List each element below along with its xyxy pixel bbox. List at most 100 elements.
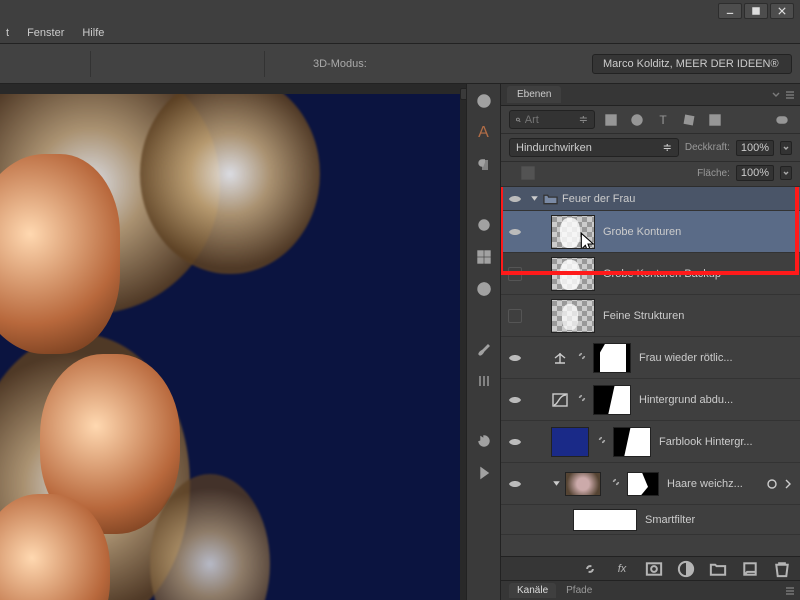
layer-thumbnail[interactable] [565, 472, 601, 496]
collapse-handle[interactable] [460, 88, 466, 100]
layer-name[interactable]: Feuer der Frau [562, 193, 794, 205]
layer-row[interactable]: Grobe Konturen [501, 211, 800, 253]
new-layer-icon[interactable] [740, 560, 760, 578]
layer-name[interactable]: Smartfilter [645, 514, 794, 526]
tab-pfade[interactable]: Pfade [566, 585, 592, 596]
layer-name[interactable]: Farblook Hintergr... [659, 436, 794, 448]
filter-pixel-icon[interactable] [601, 111, 621, 129]
eye-icon[interactable] [508, 353, 522, 363]
tab-ebenen[interactable]: Ebenen [507, 86, 561, 103]
link-layers-icon[interactable] [580, 560, 600, 578]
visibility-off[interactable] [508, 309, 522, 323]
new-group-icon[interactable] [708, 560, 728, 578]
menu-item-hilfe[interactable]: Hilfe [82, 27, 104, 39]
lock-position-icon[interactable] [570, 164, 590, 182]
align-icon-1[interactable] [12, 55, 32, 73]
link-icon[interactable] [575, 349, 589, 366]
layer-name[interactable]: Hintergrund abdu... [639, 394, 794, 406]
layer-mask-thumbnail[interactable] [627, 472, 659, 496]
layer-mask-thumbnail[interactable] [613, 427, 651, 457]
eye-icon[interactable] [508, 395, 522, 405]
layer-row-smartfilter[interactable]: Smartfilter [501, 505, 800, 535]
fill-thumbnail[interactable] [551, 427, 589, 457]
layer-thumbnail[interactable] [551, 215, 595, 249]
3d-scale-icon[interactable] [497, 55, 517, 73]
eye-icon[interactable] [508, 194, 522, 204]
filter-type-icon[interactable]: T [653, 111, 673, 129]
lock-all-icon[interactable] [596, 164, 616, 182]
distribute-icon-4[interactable] [186, 55, 206, 73]
distribute-icon-5[interactable] [213, 55, 233, 73]
link-icon[interactable] [595, 433, 609, 450]
layer-name[interactable]: Feine Strukturen [603, 310, 794, 322]
user-field[interactable]: Marco Kolditz, MEER DER IDEEN® [592, 54, 792, 74]
panel-menu-icon[interactable] [784, 90, 796, 100]
3d-move-icon[interactable] [437, 55, 457, 73]
fx-icon[interactable]: fx [612, 560, 632, 578]
layer-kind-filter[interactable]: ≑ [509, 110, 595, 129]
info-icon[interactable] [472, 90, 496, 112]
swatches-icon[interactable] [472, 214, 496, 236]
eye-icon[interactable] [508, 227, 522, 237]
3d-camera-icon[interactable] [527, 55, 547, 73]
layer-name[interactable]: Grobe Konturen [603, 226, 794, 238]
adjustments-icon[interactable] [472, 278, 496, 300]
layer-name[interactable]: Haare weichz... [667, 478, 762, 490]
layer-row[interactable]: Farblook Hintergr... [501, 421, 800, 463]
layer-row[interactable]: Grobe Konturen Backup [501, 253, 800, 295]
layer-thumbnail[interactable] [551, 299, 595, 333]
filter-mask-thumbnail[interactable] [573, 509, 637, 531]
smart-filters-visibility-icon[interactable] [766, 478, 778, 490]
distribute-icon-6[interactable] [240, 55, 260, 73]
3d-slide-icon[interactable] [467, 55, 487, 73]
mask-icon[interactable] [644, 560, 664, 578]
layer-name[interactable]: Frau wieder rötlic... [639, 352, 794, 364]
3d-pan-icon[interactable] [407, 55, 427, 73]
filter-input[interactable] [525, 114, 575, 126]
eye-icon[interactable] [508, 437, 522, 447]
align-icon-3[interactable] [66, 55, 86, 73]
fill-value[interactable]: 100% [736, 165, 774, 181]
opacity-flyout[interactable] [780, 141, 792, 155]
close-button[interactable] [770, 3, 794, 19]
layer-group[interactable]: Feuer der Frau [501, 187, 800, 211]
layer-row[interactable]: Hintergrund abdu... [501, 379, 800, 421]
fill-flyout[interactable] [780, 166, 792, 180]
menu-item-fenster[interactable]: Fenster [27, 27, 64, 39]
layer-mask-thumbnail[interactable] [593, 343, 631, 373]
menu-item-truncated[interactable]: t [6, 27, 9, 39]
twisty-down-icon[interactable] [529, 193, 540, 204]
filter-smart-icon[interactable] [705, 111, 725, 129]
chevron-right-icon[interactable] [782, 478, 794, 490]
layer-thumbnail[interactable] [551, 257, 595, 291]
distribute-icon-3[interactable] [159, 55, 179, 73]
tab-kanale[interactable]: Kanäle [509, 583, 556, 598]
filter-toggle[interactable] [772, 111, 792, 129]
distribute-icon-1[interactable] [105, 55, 125, 73]
document-canvas[interactable] [0, 94, 460, 600]
opacity-value[interactable]: 100% [736, 140, 774, 156]
history-icon[interactable] [472, 430, 496, 452]
layer-row[interactable]: Feine Strukturen [501, 295, 800, 337]
layer-row[interactable]: Haare weichz... [501, 463, 800, 505]
brush-presets-icon[interactable] [472, 370, 496, 392]
twisty-down-icon[interactable] [551, 478, 562, 489]
actions-icon[interactable] [472, 462, 496, 484]
lock-trans-icon[interactable] [518, 164, 538, 182]
trash-icon[interactable] [772, 560, 792, 578]
auto-align-icon[interactable] [279, 55, 299, 73]
distribute-icon-2[interactable] [132, 55, 152, 73]
styles-icon[interactable] [472, 246, 496, 268]
link-icon[interactable] [575, 391, 589, 408]
adjustment-icon[interactable] [676, 560, 696, 578]
visibility-off[interactable] [508, 267, 522, 281]
brush-icon[interactable] [472, 338, 496, 360]
blend-mode-select[interactable]: Hindurchwirken ≑ [509, 138, 679, 157]
align-icon-2[interactable] [39, 55, 59, 73]
layer-name[interactable]: Grobe Konturen Backup [603, 268, 794, 280]
link-icon[interactable] [609, 475, 623, 492]
minimize-button[interactable] [718, 3, 742, 19]
panel-menu-icon[interactable] [784, 586, 796, 596]
filter-adjust-icon[interactable] [627, 111, 647, 129]
layer-mask-thumbnail[interactable] [593, 385, 631, 415]
